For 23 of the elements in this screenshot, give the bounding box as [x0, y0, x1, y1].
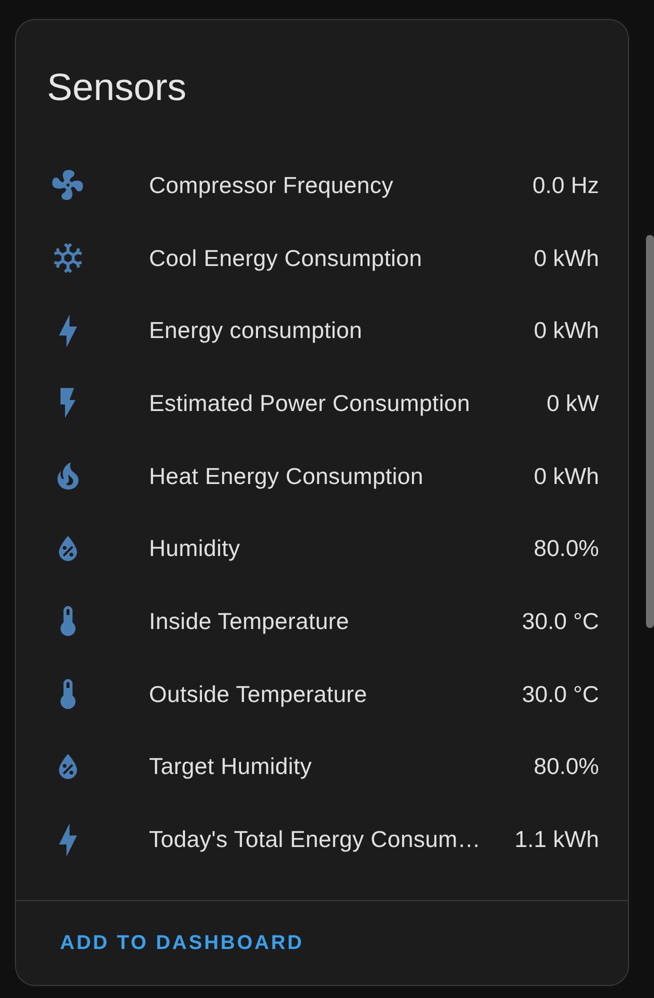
sensor-name: Estimated Power Consumption [149, 390, 472, 417]
add-to-dashboard-button[interactable]: ADD TO DASHBOARD [52, 924, 312, 962]
sensor-name: Humidity [149, 535, 242, 562]
sensor-value: 80.0% [534, 535, 599, 562]
sensor-name: Inside Temperature [149, 608, 350, 635]
sensor-value: 1.1 kWh [514, 826, 599, 854]
sensor-name: Cool Energy Consumption [149, 244, 424, 272]
sensor-value: 0 kWh [534, 244, 599, 272]
sensor-value: 0 kWh [534, 462, 599, 490]
sensor-name: Outside Temperature [149, 680, 368, 708]
sensor-value: 30.0 °C [522, 680, 599, 708]
card-title: Sensors [46, 66, 188, 111]
sensor-name: Compressor Frequency [149, 172, 394, 199]
sensor-name: Heat Energy Consumption [149, 462, 424, 490]
sensor-name: Energy consumption [149, 317, 364, 344]
sensor-value: 0.0 Hz [532, 172, 599, 199]
sensor-name: Target Humidity [149, 753, 313, 780]
sensor-value: 30.0 °C [522, 608, 599, 635]
sensor-value: 80.0% [534, 753, 599, 780]
sensor-name: Today's Total Energy Consum… [149, 826, 482, 854]
sensor-value: 0 kWh [534, 317, 599, 344]
scrollbar[interactable] [646, 235, 654, 628]
sensor-value: 0 kW [546, 390, 599, 417]
